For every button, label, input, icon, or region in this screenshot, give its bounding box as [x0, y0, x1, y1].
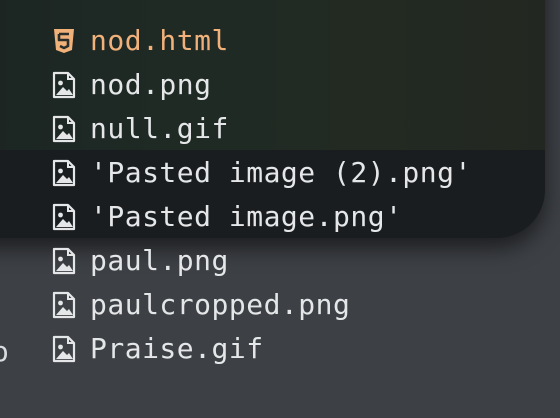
- file-listing: nod.html nod.png null.gif 'Pasted image (2)…: [50, 19, 472, 371]
- image-file-icon: [52, 159, 76, 187]
- html5-icon: [54, 29, 74, 53]
- file-name: nod.png: [90, 68, 212, 101]
- image-file-icon: [52, 115, 76, 143]
- screen: o nod.html nod.png null.gif 'Pasted image (…: [0, 0, 560, 418]
- file-name: 'Pasted image (2).png': [90, 156, 472, 189]
- image-file-icon: [52, 335, 76, 363]
- file-entry[interactable]: null.gif: [50, 107, 472, 151]
- file-entry[interactable]: nod.png: [50, 63, 472, 107]
- file-name: paul.png: [90, 244, 229, 277]
- file-entry[interactable]: paul.png: [50, 239, 472, 283]
- file-name: nod.html: [90, 24, 229, 57]
- image-file-icon: [52, 247, 76, 275]
- file-entry[interactable]: Praise.gif: [50, 327, 472, 371]
- file-name: paulcropped.png: [90, 288, 351, 321]
- file-name: Praise.gif: [90, 332, 264, 365]
- file-name: null.gif: [90, 112, 229, 145]
- file-entry[interactable]: 'Pasted image.png': [50, 195, 472, 239]
- clipped-left-text: o: [0, 335, 9, 368]
- image-file-icon: [52, 71, 76, 99]
- file-entry[interactable]: nod.html: [50, 19, 472, 63]
- image-file-icon: [52, 291, 76, 319]
- file-entry[interactable]: paulcropped.png: [50, 283, 472, 327]
- image-file-icon: [52, 203, 76, 231]
- file-name: 'Pasted image.png': [90, 200, 403, 233]
- file-entry[interactable]: 'Pasted image (2).png': [50, 151, 472, 195]
